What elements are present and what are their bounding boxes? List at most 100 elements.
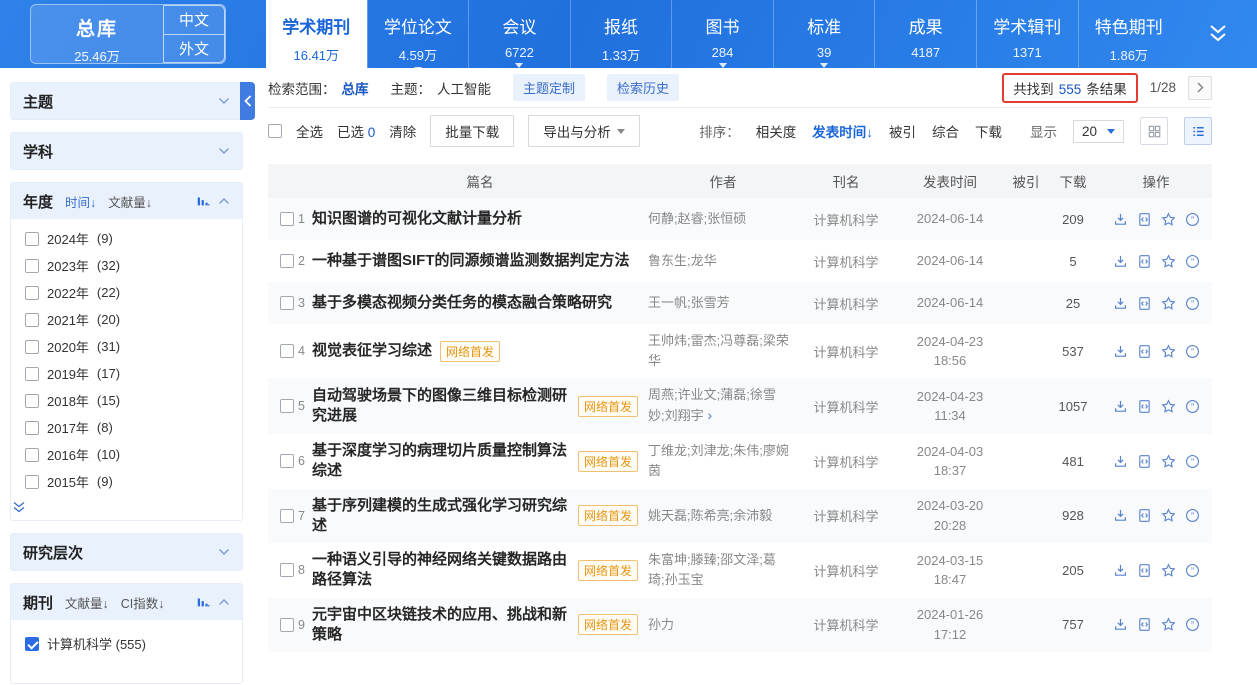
favorite-star-icon[interactable] — [1161, 617, 1176, 632]
journal-name-link[interactable]: 计算机科学 — [798, 294, 894, 313]
row-checkbox[interactable] — [280, 399, 294, 413]
html-read-icon[interactable] — [1137, 344, 1152, 359]
download-icon[interactable] — [1113, 344, 1128, 359]
article-authors[interactable]: 孙力 › — [648, 615, 798, 635]
clear-selection-button[interactable]: 清除 — [389, 121, 416, 141]
nav-tab[interactable]: 会议 6722 — [468, 0, 570, 68]
list-view-button[interactable] — [1184, 117, 1212, 145]
article-title-link[interactable]: 元宇宙中区块链技术的应用、挑战和新策略 — [312, 605, 570, 646]
article-authors[interactable]: 周燕;许业文;蒲磊;徐雪妙;刘翔宇 › — [648, 385, 798, 427]
year-filter-item[interactable]: 2021年 (20) — [11, 306, 242, 333]
download-icon[interactable] — [1113, 508, 1128, 523]
article-title-link[interactable]: 视觉表征学习综述 — [312, 341, 432, 361]
authors-more-icon[interactable]: › — [704, 407, 713, 423]
chevron-down-icon[interactable] — [218, 97, 230, 105]
nav-tab[interactable]: 报纸 1.33万 — [570, 0, 672, 68]
row-checkbox[interactable] — [280, 212, 294, 226]
year-checkbox[interactable] — [25, 286, 39, 300]
panel-journal-header[interactable]: 期刊 文献量↓ CI指数↓ — [11, 584, 242, 620]
year-checkbox[interactable] — [25, 367, 39, 381]
article-title-link[interactable]: 基于序列建模的生成式强化学习研究综述 — [312, 496, 570, 537]
journal-filter-item[interactable]: 计算机科学 (555) — [11, 630, 242, 657]
scope-value[interactable]: 总库 — [342, 78, 369, 98]
article-title-link[interactable]: 知识图谱的可视化文献计量分析 — [312, 209, 522, 229]
download-icon[interactable] — [1113, 399, 1128, 414]
cite-quote-icon[interactable]: ” — [1185, 508, 1200, 523]
nav-tab[interactable]: 图书 284 — [671, 0, 773, 68]
cite-quote-icon[interactable]: ” — [1185, 254, 1200, 269]
article-authors[interactable]: 王帅炜;雷杰;冯尊磊;梁荣华 › — [648, 331, 798, 371]
journal-name-link[interactable]: 计算机科学 — [798, 506, 894, 525]
article-authors[interactable]: 鲁东生;龙华 › — [648, 251, 798, 271]
journal-sort-ci[interactable]: CI指数↓ — [121, 593, 165, 612]
year-checkbox[interactable] — [25, 475, 39, 489]
year-filter-item[interactable]: 2017年 (8) — [11, 414, 242, 441]
sort-option[interactable]: 下载 — [975, 121, 1002, 141]
download-icon[interactable] — [1113, 296, 1128, 311]
nav-more-button[interactable] — [1179, 0, 1257, 68]
search-history-button[interactable]: 检索历史 — [607, 74, 679, 101]
nav-tab[interactable]: 成果 4187 — [874, 0, 976, 68]
year-checkbox[interactable] — [25, 448, 39, 462]
page-size-select[interactable]: 20 — [1073, 120, 1124, 143]
html-read-icon[interactable] — [1137, 508, 1152, 523]
favorite-star-icon[interactable] — [1161, 344, 1176, 359]
article-authors[interactable]: 姚天磊;陈希亮;余沛毅 › — [648, 506, 798, 526]
row-checkbox[interactable] — [280, 254, 294, 268]
favorite-star-icon[interactable] — [1161, 296, 1176, 311]
journal-name-link[interactable]: 计算机科学 — [798, 342, 894, 361]
journal-name-link[interactable]: 计算机科学 — [798, 397, 894, 416]
cite-quote-icon[interactable]: ” — [1185, 454, 1200, 469]
article-authors[interactable]: 朱富坤;滕臻;邵文泽;葛琦;孙玉宝 › — [648, 550, 798, 590]
year-checkbox[interactable] — [25, 340, 39, 354]
html-read-icon[interactable] — [1137, 617, 1152, 632]
cite-quote-icon[interactable]: ” — [1185, 296, 1200, 311]
download-icon[interactable] — [1113, 617, 1128, 632]
online-first-badge[interactable]: 网络首发 — [440, 341, 500, 362]
panel-year-header[interactable]: 年度 时间↓ 文献量↓ — [11, 183, 242, 219]
year-checkbox[interactable] — [25, 259, 39, 273]
nav-tab[interactable]: 特色期刊 1.86万 — [1078, 0, 1180, 68]
row-checkbox[interactable] — [280, 344, 294, 358]
html-read-icon[interactable] — [1137, 454, 1152, 469]
sort-option[interactable]: 综合 — [932, 121, 959, 141]
html-read-icon[interactable] — [1137, 296, 1152, 311]
chevron-down-icon[interactable] — [218, 147, 230, 155]
html-read-icon[interactable] — [1137, 254, 1152, 269]
chevron-up-icon[interactable] — [218, 197, 230, 205]
journal-name-link[interactable]: 计算机科学 — [798, 252, 894, 271]
nav-tab[interactable]: 学术期刊 16.41万 — [266, 0, 367, 68]
article-title-link[interactable]: 自动驾驶场景下的图像三维目标检测研究进展 — [312, 386, 570, 427]
select-all-checkbox[interactable] — [268, 124, 282, 138]
sort-option[interactable]: 发表时间↓ — [812, 121, 873, 141]
tab-chinese[interactable]: 中文 — [163, 5, 225, 35]
journal-name-link[interactable]: 计算机科学 — [798, 561, 894, 580]
year-checkbox[interactable] — [25, 421, 39, 435]
article-authors[interactable]: 何静;赵睿;张恒硕 › — [648, 209, 798, 229]
row-checkbox[interactable] — [280, 454, 294, 468]
html-read-icon[interactable] — [1137, 399, 1152, 414]
year-filter-item[interactable]: 2015年 (9) — [11, 468, 242, 495]
panel-subject-header[interactable]: 主题 — [11, 83, 242, 119]
year-checkbox[interactable] — [25, 394, 39, 408]
favorite-star-icon[interactable] — [1161, 399, 1176, 414]
cite-quote-icon[interactable]: ” — [1185, 344, 1200, 359]
sort-option[interactable]: 相关度 — [756, 121, 797, 141]
download-icon[interactable] — [1113, 254, 1128, 269]
article-title-link[interactable]: 一种基于谱图SIFT的同源频谱监测数据判定方法 — [312, 251, 630, 271]
year-filter-item[interactable]: 2023年 (32) — [11, 252, 242, 279]
year-filter-item[interactable]: 2020年 (31) — [11, 333, 242, 360]
nav-tab-zongku[interactable]: 总库 25.46万 — [31, 5, 163, 63]
chevron-down-icon[interactable] — [218, 548, 230, 556]
row-checkbox[interactable] — [280, 563, 294, 577]
year-filter-item[interactable]: 2022年 (22) — [11, 279, 242, 306]
online-first-badge[interactable]: 网络首发 — [578, 614, 638, 635]
article-title-link[interactable]: 基于多模态视频分类任务的模态融合策略研究 — [312, 293, 612, 313]
year-checkbox[interactable] — [25, 313, 39, 327]
year-filter-item[interactable]: 2018年 (15) — [11, 387, 242, 414]
bar-chart-icon[interactable] — [196, 194, 210, 208]
journal-name-link[interactable]: 计算机科学 — [798, 452, 894, 471]
row-checkbox[interactable] — [280, 296, 294, 310]
year-filter-item[interactable]: 2016年 (10) — [11, 441, 242, 468]
select-all-label[interactable]: 全选 — [296, 121, 323, 141]
